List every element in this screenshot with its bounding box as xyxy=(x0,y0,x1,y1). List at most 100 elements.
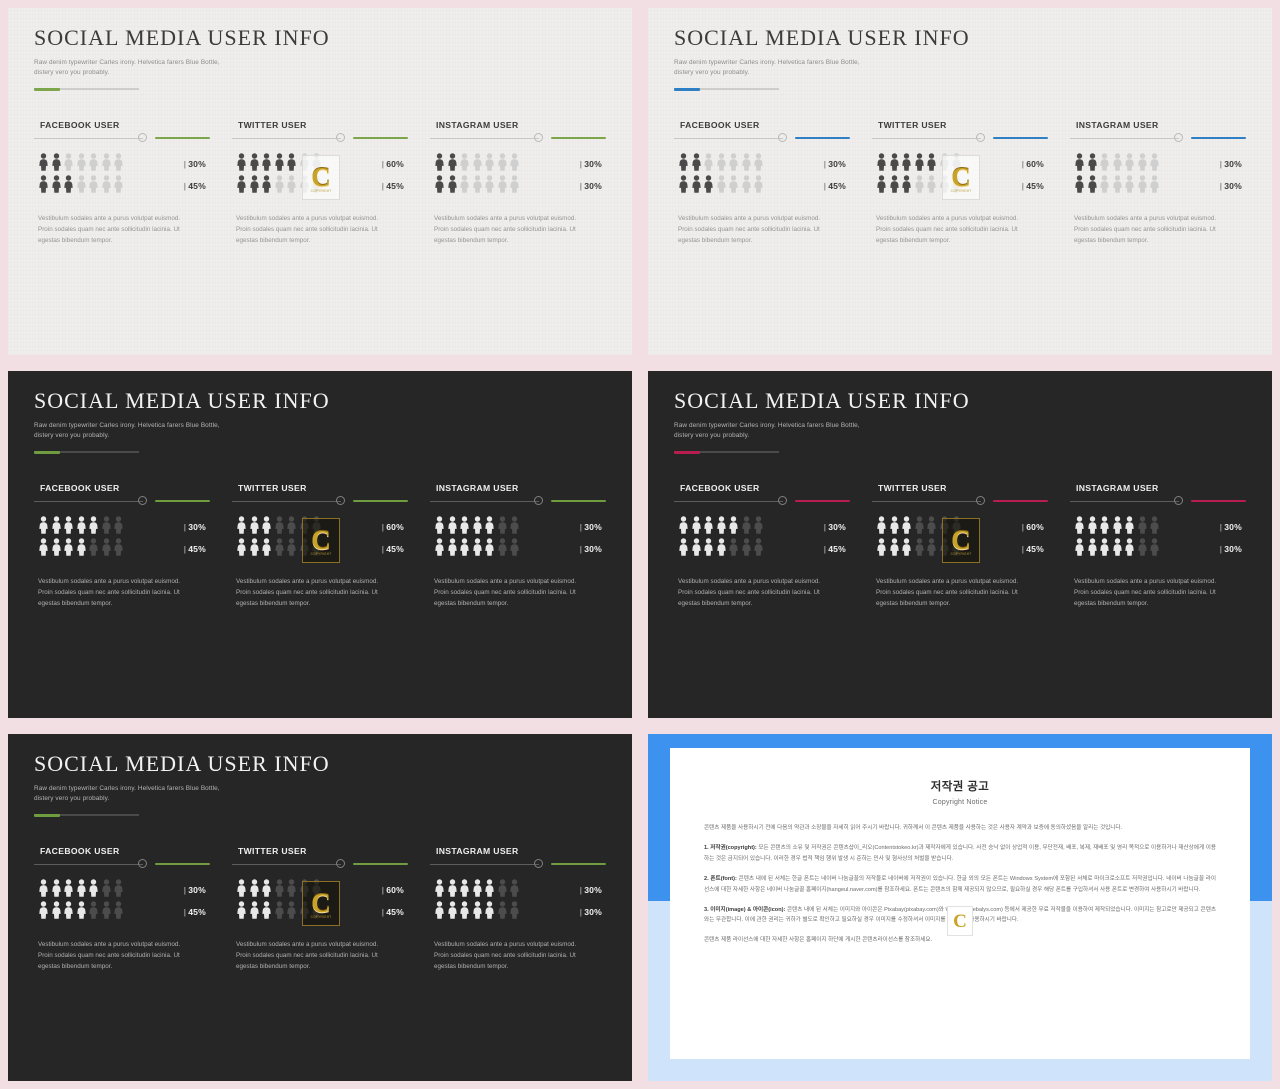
divider-glyph: | xyxy=(183,159,187,169)
column-body-text: Vestibulum sodales ante a purus volutpat… xyxy=(876,215,1019,245)
rule-left xyxy=(674,137,784,139)
person-icon xyxy=(876,152,887,176)
person-icon xyxy=(236,900,247,924)
stat-percent: | 30% xyxy=(580,885,606,895)
divider-glyph: | xyxy=(579,885,583,895)
person-icon xyxy=(286,174,297,198)
person-icon xyxy=(51,174,62,198)
stat-column: TWITTER USER | 60% | 45% C COPYRIGHT Vestibulum… xyxy=(872,483,1048,609)
person-icon xyxy=(741,515,752,539)
person-icon xyxy=(447,878,458,902)
divider-glyph: | xyxy=(1219,522,1223,532)
person-icon xyxy=(249,174,260,198)
person-icon xyxy=(1149,515,1160,539)
column-body-text: Vestibulum sodales ante a purus volutpat… xyxy=(38,941,181,971)
stat-percent: | 45% xyxy=(824,544,850,554)
person-icon xyxy=(274,537,285,561)
people-bar xyxy=(34,878,124,902)
person-icon xyxy=(459,537,470,561)
column-body-text: Vestibulum sodales ante a purus volutpat… xyxy=(236,941,379,971)
person-icon xyxy=(63,174,74,198)
stat-column: TWITTER USER | 60% | 45% C COPYRIGHT Vestibulum… xyxy=(232,483,408,609)
rule-left xyxy=(674,500,784,502)
stat-percent: | 45% xyxy=(824,181,850,191)
slide-6-copyright[interactable]: 저작권 공고 Copyright Notice 콘텐츠 제품을 사용하시기 전에 다… xyxy=(640,726,1280,1089)
slide-4-dark-crimson[interactable]: SOCIAL MEDIA USER INFO Raw denim typewrit… xyxy=(640,363,1280,726)
person-icon xyxy=(926,174,937,198)
copyright-paragraph: 콘텐츠 제품 라이선스에 대한 자세한 사항은 홈페이지 하단에 게시한 콘텐츠… xyxy=(704,937,933,944)
person-icon xyxy=(447,515,458,539)
person-icon xyxy=(1074,515,1085,539)
stat-row: | 45% xyxy=(674,537,850,561)
people-bar xyxy=(430,152,520,176)
slide-2-light-blue[interactable]: SOCIAL MEDIA USER INFO Raw denim typewrit… xyxy=(640,0,1280,363)
percent-value: 45% xyxy=(386,544,404,554)
rule-accent xyxy=(34,451,60,454)
person-icon xyxy=(88,537,99,561)
divider-glyph: | xyxy=(381,907,385,917)
person-icon xyxy=(728,152,739,176)
person-icon xyxy=(509,152,520,176)
column-body-text: Vestibulum sodales ante a purus volutpat… xyxy=(38,215,181,245)
stat-column: INSTAGRAM USER | 30% | 30% Vestibulum sodales… xyxy=(430,846,606,972)
person-icon xyxy=(459,152,470,176)
person-icon xyxy=(434,515,445,539)
person-icon xyxy=(63,537,74,561)
stat-row: | 30% xyxy=(674,152,850,176)
rule-right xyxy=(353,137,408,139)
rule-knob-icon xyxy=(533,496,543,505)
stat-row: | 30% xyxy=(430,537,606,561)
stat-row: | 30% xyxy=(430,900,606,923)
person-icon xyxy=(1074,537,1085,561)
slide-3-dark-green[interactable]: SOCIAL MEDIA USER INFO Raw denim typewrit… xyxy=(0,363,640,726)
divider-glyph: | xyxy=(183,181,187,191)
rule-right xyxy=(1191,137,1246,139)
rule-left xyxy=(34,500,144,502)
column-title: INSTAGRAM USER xyxy=(436,846,519,856)
copyright-paragraph: 2. 폰트(font): 콘텐츠 내에 된 서체는 한글 폰트는 네이버 나눔글… xyxy=(704,875,1216,893)
column-title: INSTAGRAM USER xyxy=(436,483,519,493)
person-icon xyxy=(1112,174,1123,198)
rule-left xyxy=(872,500,982,502)
person-icon xyxy=(472,515,483,539)
person-icon xyxy=(1099,152,1110,176)
people-bar xyxy=(1070,174,1160,198)
rule-right xyxy=(551,137,606,139)
person-icon xyxy=(1074,174,1085,198)
person-icon xyxy=(703,537,714,561)
person-icon xyxy=(51,152,62,176)
person-icon xyxy=(1087,174,1098,198)
person-icon xyxy=(716,152,727,176)
rule-accent xyxy=(674,451,700,454)
person-icon xyxy=(286,515,297,539)
person-icon xyxy=(51,515,62,539)
rule-right xyxy=(795,500,850,502)
divider-glyph: | xyxy=(579,159,583,169)
stat-rows: | 30% | 45% xyxy=(34,515,210,561)
column-body-text: Vestibulum sodales ante a purus volutpat… xyxy=(678,215,821,245)
slide-subtitle: Raw denim typewriter Carles irony. Helve… xyxy=(34,785,220,803)
column-title: FACEBOOK USER xyxy=(680,120,760,130)
slide-5-dark-green-b[interactable]: SOCIAL MEDIA USER INFO Raw denim typewrit… xyxy=(0,726,640,1089)
person-icon xyxy=(716,515,727,539)
column-header-rule xyxy=(34,859,210,869)
stat-column: INSTAGRAM USER | 30% | 30% Vestibulum sodales… xyxy=(1070,120,1246,246)
person-icon xyxy=(472,152,483,176)
columns-area: FACEBOOK USER | 30% | 45% Vestibulum sodales … xyxy=(674,483,1246,609)
copyright-paragraph: 콘텐츠 제품을 사용하시기 전에 다음의 약관과 소장물을 자세히 읽어 주시기… xyxy=(704,825,1123,831)
stat-percent: | 30% xyxy=(184,522,210,532)
slide-1-light-green[interactable]: SOCIAL MEDIA USER INFO Raw denim typewrit… xyxy=(0,0,640,363)
person-icon xyxy=(38,878,49,902)
copyright-title-ko: 저작권 공고 xyxy=(930,781,990,793)
title-rule xyxy=(674,451,779,454)
person-icon xyxy=(113,537,124,561)
person-icon xyxy=(88,152,99,176)
rule-knob-icon xyxy=(533,859,543,868)
person-icon xyxy=(88,878,99,902)
person-icon xyxy=(63,878,74,902)
people-bar xyxy=(1070,537,1160,561)
person-icon xyxy=(472,537,483,561)
column-body-text: Vestibulum sodales ante a purus volutpat… xyxy=(434,578,577,608)
person-icon xyxy=(889,515,900,539)
percent-value: 45% xyxy=(188,181,206,191)
